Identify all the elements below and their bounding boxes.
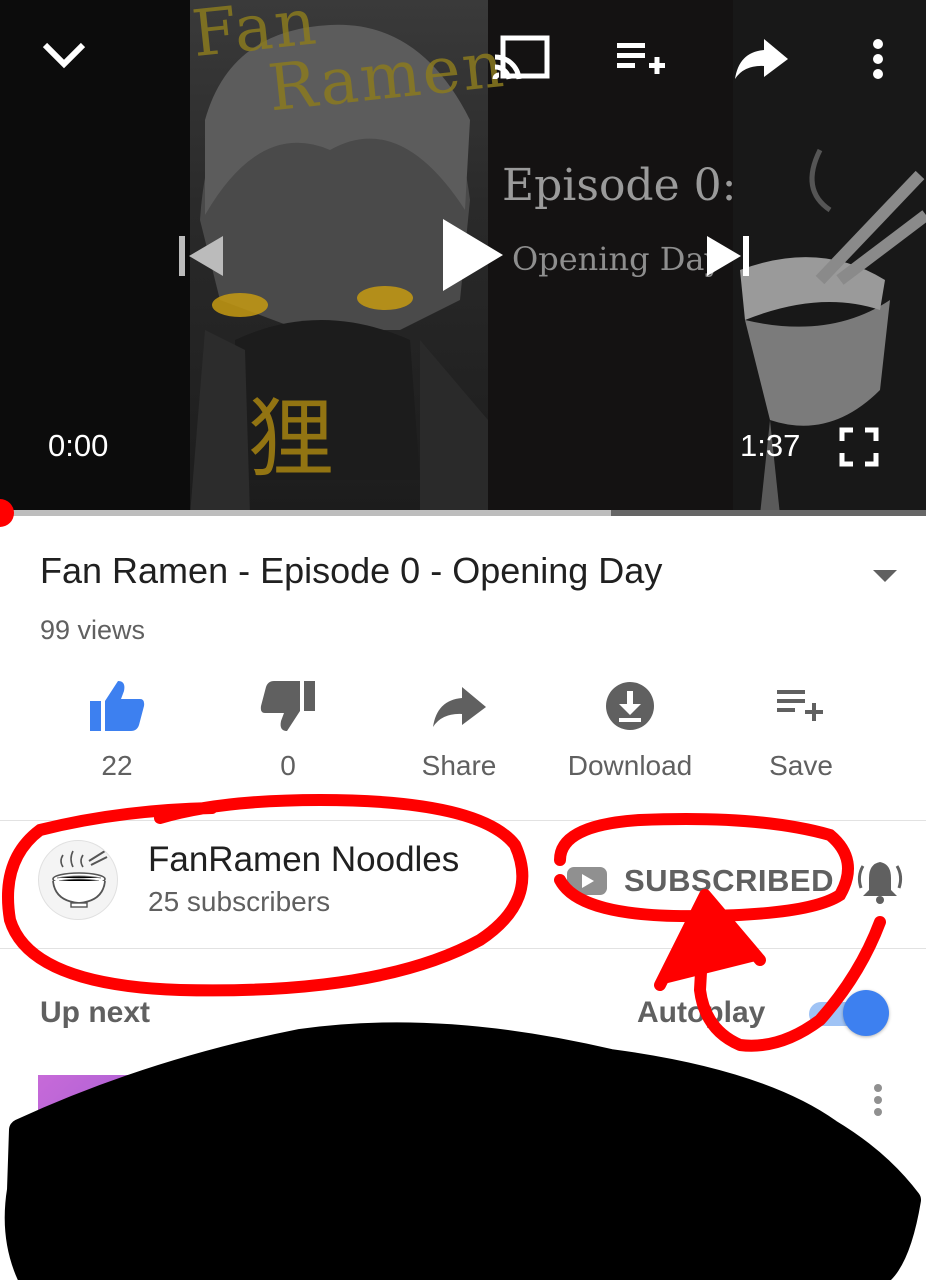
video-title: Fan Ramen - Episode 0 - Opening Day — [40, 550, 663, 591]
caret-down-icon — [873, 570, 897, 582]
add-to-queue-button[interactable] — [610, 34, 670, 84]
minimize-button[interactable] — [34, 30, 94, 82]
action-bar: 22 0 Share Download Save — [32, 674, 886, 794]
youtube-logo-icon — [567, 867, 607, 895]
play-icon — [443, 219, 503, 291]
share-button[interactable]: Share — [374, 674, 544, 794]
playlist-add-icon — [777, 690, 823, 721]
playlist-add-icon — [617, 43, 665, 74]
cast-icon — [492, 35, 550, 80]
share-icon — [433, 687, 486, 727]
up-next-label: Up next — [40, 996, 151, 1029]
view-count: 99 views — [40, 615, 146, 645]
share-label: Share — [421, 750, 497, 781]
save-button[interactable]: Save — [716, 674, 886, 794]
youtube-watch-page: Fan Ramen Episode 0: Opening Day 狸 0:00 … — [0, 0, 926, 1280]
divider — [0, 948, 926, 949]
noodle-bowl-icon — [52, 850, 108, 908]
player-more-button[interactable] — [860, 34, 896, 84]
bell-ringing-icon — [857, 862, 903, 904]
download-button[interactable]: Download — [545, 674, 715, 794]
skip-next-icon — [707, 236, 749, 276]
subscriber-count: 25 subscribers — [148, 886, 331, 917]
next-button[interactable] — [700, 228, 756, 284]
duration: 1:37 — [740, 428, 801, 463]
video-player[interactable]: Fan Ramen Episode 0: Opening Day 狸 0:00 … — [0, 0, 926, 515]
subscribe-button[interactable]: SUBSCRIBED — [566, 856, 834, 906]
save-label: Save — [769, 750, 833, 781]
autoplay-label: Autoplay — [637, 996, 766, 1029]
up-next-thumbnail[interactable] — [38, 1075, 238, 1280]
artwork-kanji: 狸 — [248, 389, 334, 489]
skip-previous-icon — [179, 236, 223, 276]
thumbs-up-icon — [90, 681, 145, 731]
download-icon — [606, 682, 654, 730]
channel-name[interactable]: FanRamen Noodles — [148, 840, 459, 880]
notification-bell-button[interactable] — [855, 856, 905, 906]
chevron-down-icon — [42, 42, 86, 69]
more-vert-icon — [874, 1084, 882, 1116]
play-button[interactable] — [432, 212, 512, 298]
artwork-episode: Episode 0: — [502, 160, 737, 211]
cast-button[interactable] — [488, 30, 554, 86]
player-share-button[interactable] — [730, 32, 792, 84]
channel-avatar[interactable] — [38, 840, 118, 920]
suggested-thumbnail[interactable] — [240, 1075, 435, 1280]
current-time: 0:00 — [48, 428, 109, 463]
buffered-progress — [0, 510, 612, 516]
up-next-more-button[interactable] — [860, 1080, 896, 1120]
share-arrow-icon — [735, 39, 788, 79]
dislike-count: 0 — [280, 750, 296, 781]
expand-description-button[interactable] — [870, 560, 900, 590]
subscribe-state: SUBSCRIBED — [624, 863, 834, 898]
progress-bar[interactable] — [0, 499, 926, 527]
thumbs-down-icon — [260, 681, 315, 731]
like-count: 22 — [101, 750, 133, 781]
download-label: Download — [567, 750, 693, 781]
toggle-knob — [843, 990, 889, 1036]
dislike-button[interactable]: 0 — [203, 674, 373, 794]
more-vert-icon — [873, 39, 883, 79]
artwork-subtitle: Opening Day — [512, 240, 723, 278]
autoplay-toggle[interactable] — [805, 990, 889, 1036]
previous-button[interactable] — [172, 228, 228, 284]
like-button[interactable]: 22 — [32, 674, 202, 794]
divider — [0, 820, 926, 821]
fullscreen-icon — [839, 427, 879, 467]
fullscreen-button[interactable] — [836, 424, 882, 470]
